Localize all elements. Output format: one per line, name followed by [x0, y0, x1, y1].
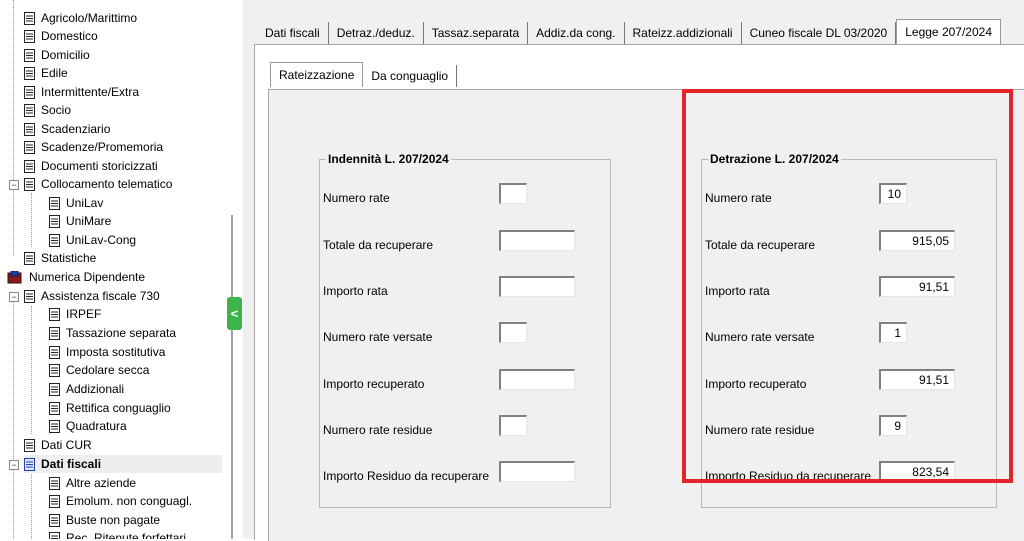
document-icon: [49, 382, 60, 396]
indennita-numero-rate-versate-field[interactable]: [499, 322, 527, 343]
document-icon: [49, 345, 60, 359]
document-icon: [24, 438, 35, 452]
tab-cuneo-fiscale[interactable]: Cuneo fiscale DL 03/2020: [742, 22, 897, 44]
document-icon: [24, 85, 35, 99]
indennita-numero-rate-residue-label: Numero rate residue: [323, 423, 433, 437]
tree-item-numerica-dipendente[interactable]: Numerica Dipendente: [7, 268, 145, 286]
tree-item-scadenze-promemoria[interactable]: Scadenze/Promemoria: [24, 138, 163, 156]
tree-item-unimare[interactable]: UniMare: [49, 212, 111, 230]
indennita-totale-da-recuperare-label: Totale da recuperare: [323, 238, 434, 252]
document-icon: [49, 196, 60, 210]
tree-item-edile[interactable]: Edile: [24, 64, 68, 82]
tree-item-rettifica-conguaglio[interactable]: Rettifica conguaglio: [49, 399, 171, 417]
tree-item-intermittente-extra[interactable]: Intermittente/Extra: [24, 83, 139, 101]
tab-detraz-deduz[interactable]: Detraz./deduz.: [329, 22, 424, 44]
document-icon: [49, 326, 60, 340]
tree-item-dati-fiscali[interactable]: Dati fiscali: [24, 455, 222, 473]
tree-item-assistenza-fiscale-730[interactable]: Assistenza fiscale 730: [24, 287, 160, 305]
pane-splitter[interactable]: [231, 215, 233, 539]
tree-item-cedolare-secca[interactable]: Cedolare secca: [49, 361, 149, 379]
tree-item-unilav[interactable]: UniLav: [49, 194, 103, 212]
document-icon: [49, 531, 60, 539]
indennita-totale-da-recuperare-field[interactable]: [499, 230, 575, 251]
tree-item-collocamento-telematico[interactable]: Collocamento telematico: [24, 175, 172, 193]
indennita-importo-rata-label: Importo rata: [323, 284, 388, 298]
document-icon: [24, 103, 35, 117]
document-icon: [24, 251, 35, 265]
tree-item-scadenziario[interactable]: Scadenziario: [24, 120, 110, 138]
tab-da-conguaglio[interactable]: Da conguaglio: [363, 65, 458, 87]
indennita-numero-rate-versate-label: Numero rate versate: [323, 330, 433, 344]
tree-item-altre-aziende[interactable]: Altre aziende: [49, 474, 136, 492]
tree-item-domicilio[interactable]: Domicilio: [24, 46, 90, 64]
document-icon: [49, 513, 60, 527]
tree-item-agricolo-marittimo[interactable]: Agricolo/Marittimo: [24, 9, 137, 27]
tree-item-buste-non-pagate[interactable]: Buste non pagate: [49, 511, 160, 529]
document-icon: [49, 401, 60, 415]
document-icon: [24, 29, 35, 43]
tree-item-imposta-sostitutiva[interactable]: Imposta sostitutiva: [49, 343, 165, 361]
document-icon: [49, 214, 60, 228]
chevron-left-icon: <: [230, 306, 239, 321]
tab-rateizz-addizionali[interactable]: Rateizz.addizionali: [625, 22, 742, 44]
tree-connector: [31, 306, 32, 434]
tab-addiz-da-cong[interactable]: Addiz.da cong.: [528, 22, 625, 44]
collapse-toggle-icon[interactable]: −: [9, 292, 19, 302]
tree-item-rec-ritenute-forfettari[interactable]: Rec. Ritenute forfettari: [49, 529, 186, 539]
tree-item-statistiche[interactable]: Statistiche: [24, 249, 96, 267]
document-icon: [24, 159, 35, 173]
tree-item-quadratura[interactable]: Quadratura: [49, 417, 127, 435]
tree-item-documenti-storicizzati[interactable]: Documenti storicizzati: [24, 157, 158, 175]
document-icon: [24, 140, 35, 154]
collapse-toggle-icon[interactable]: −: [9, 180, 19, 190]
document-icon: [49, 307, 60, 321]
tree-item-unilav-cong[interactable]: UniLav-Cong: [49, 231, 136, 249]
document-icon: [24, 289, 35, 303]
book-icon: [7, 270, 23, 284]
document-icon: [49, 494, 60, 508]
document-icon: [49, 419, 60, 433]
document-icon: [24, 48, 35, 62]
document-icon: [24, 177, 35, 191]
indennita-importo-recuperato-field[interactable]: [499, 369, 575, 390]
tree-connector: [13, 296, 14, 539]
document-icon: [24, 11, 35, 25]
document-icon: [24, 66, 35, 80]
tree-item-tassazione-separata[interactable]: Tassazione separata: [49, 324, 176, 342]
tree-connector: [31, 474, 32, 539]
document-icon: [49, 476, 60, 490]
tab-tassaz-separata[interactable]: Tassaz.separata: [424, 22, 529, 44]
collapse-toggle-icon[interactable]: −: [9, 460, 19, 470]
tree-item-addizionali[interactable]: Addizionali: [49, 380, 124, 398]
navigation-tree: Agricolo/Marittimo Domestico Domicilio E…: [0, 0, 232, 539]
indennita-numero-rate-label: Numero rate: [323, 191, 390, 205]
tree-item-dati-cur[interactable]: Dati CUR: [24, 436, 92, 454]
tree-item-irpef[interactable]: IRPEF: [49, 305, 101, 323]
tree-connector: [13, 0, 14, 256]
highlight-box: [682, 89, 1013, 483]
document-icon: [24, 122, 35, 136]
tree-item-domestico[interactable]: Domestico: [24, 27, 98, 45]
tree-item-socio[interactable]: Socio: [24, 101, 71, 119]
tree-item-emolum-non-conguagl[interactable]: Emolum. non conguagl.: [49, 492, 192, 510]
indennita-numero-rate-field[interactable]: [499, 183, 527, 204]
indennita-group-title: Indennità L. 207/2024: [328, 152, 449, 166]
tab-legge-207-2024[interactable]: Legge 207/2024: [896, 19, 1001, 44]
indennita-importo-residuo-field[interactable]: [499, 461, 575, 482]
indennita-importo-rata-field[interactable]: [499, 276, 575, 297]
tab-dati-fiscali[interactable]: Dati fiscali: [257, 22, 329, 44]
detail-pane: Dati fiscali Detraz./deduz. Tassaz.separ…: [243, 0, 1024, 541]
outer-tab-strip: Dati fiscali Detraz./deduz. Tassaz.separ…: [257, 18, 1001, 44]
indennita-importo-recuperato-label: Importo recuperato: [323, 377, 425, 391]
indennita-importo-residuo-label: Importo Residuo da recuperare: [323, 469, 490, 483]
document-icon: [49, 363, 60, 377]
collapse-pane-button[interactable]: <: [227, 297, 242, 330]
document-icon: [24, 457, 35, 471]
document-icon: [49, 233, 60, 247]
tree-connector: [31, 193, 32, 247]
tab-rateizzazione[interactable]: Rateizzazione: [270, 62, 364, 87]
inner-tab-strip: Rateizzazione Da conguaglio: [270, 61, 458, 87]
indennita-numero-rate-residue-field[interactable]: [499, 415, 527, 436]
